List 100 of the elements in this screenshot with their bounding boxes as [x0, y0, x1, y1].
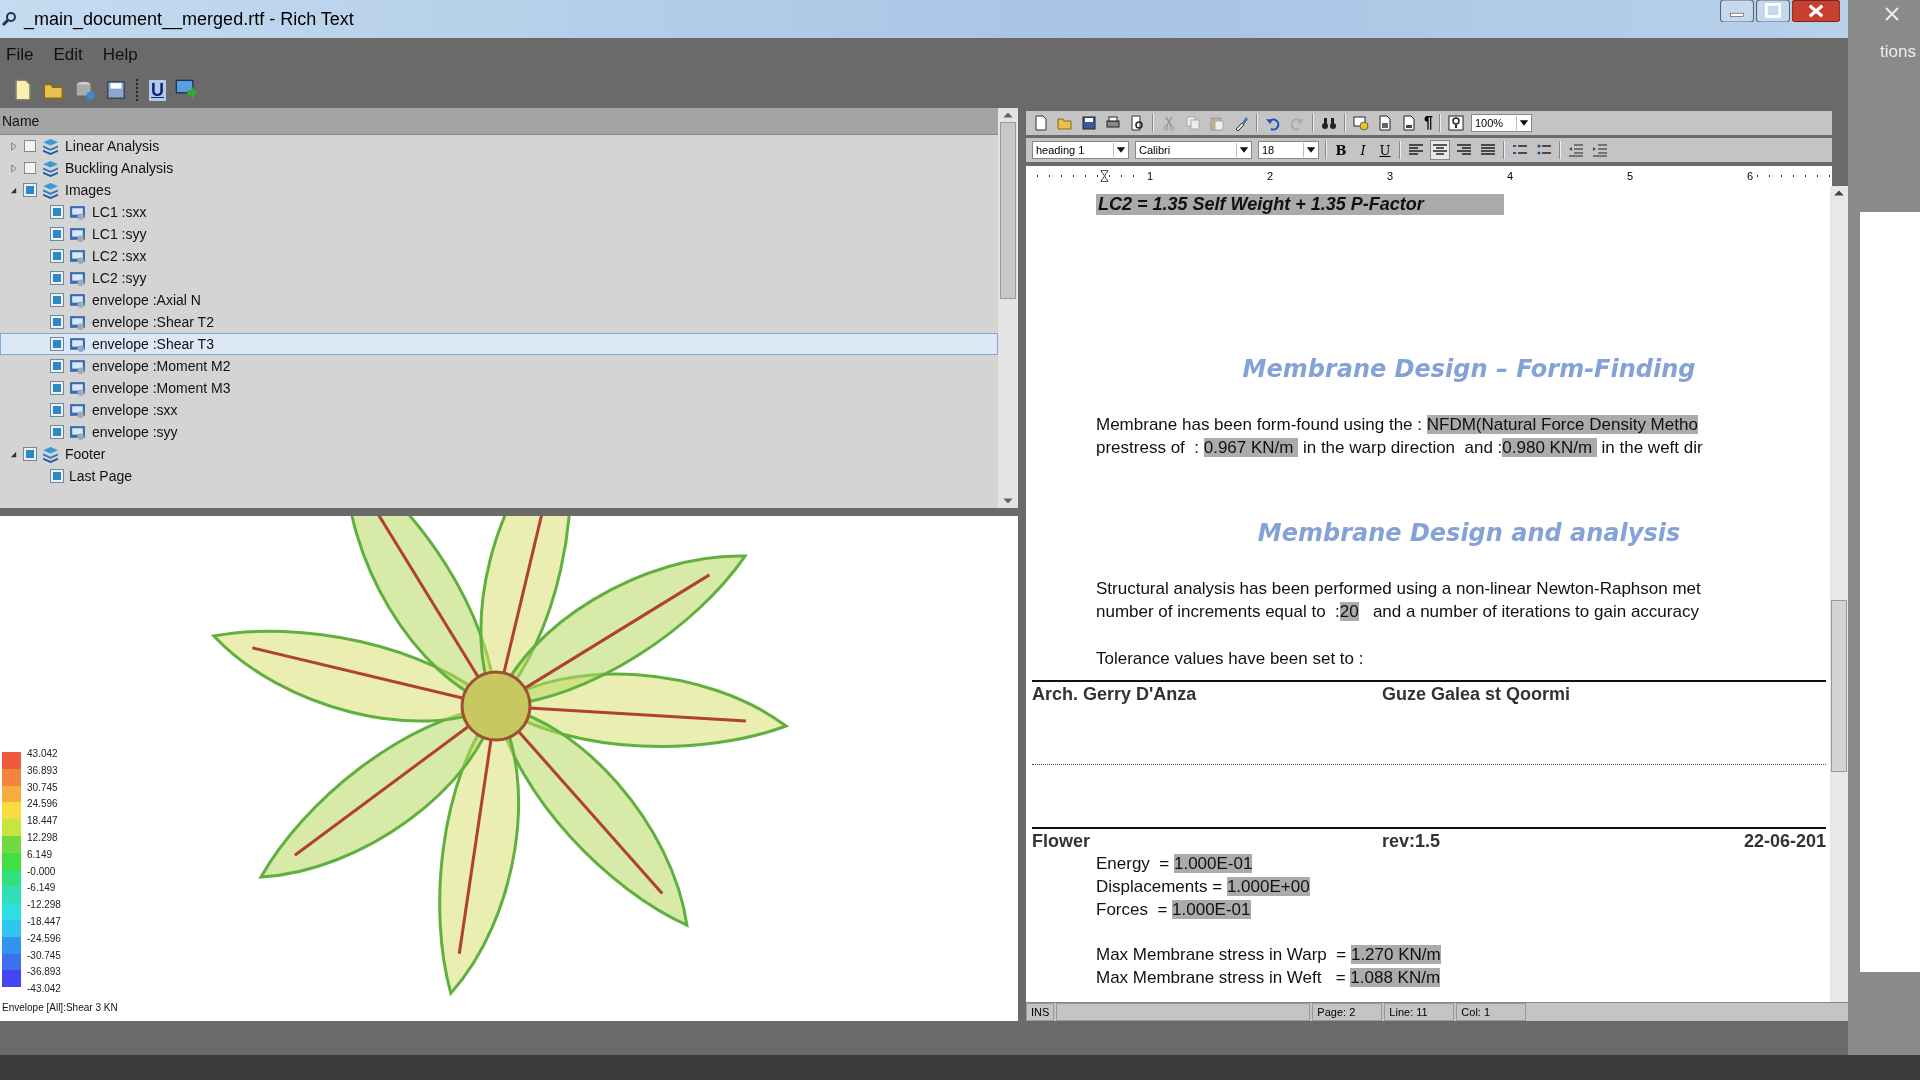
image-icon	[69, 269, 86, 287]
tree-item[interactable]: LC2 :sxx	[0, 245, 998, 267]
legend-value: -6.149	[27, 881, 57, 896]
image-icon	[69, 357, 86, 375]
legend-value: 43.042	[27, 747, 59, 761]
scrollbar[interactable]	[1830, 186, 1848, 1002]
export-image-icon[interactable]	[175, 79, 197, 101]
magnifier-icon	[2, 11, 18, 27]
dropdown[interactable]: heading 1	[1032, 141, 1129, 159]
tree-item-label: envelope :Axial N	[92, 292, 201, 308]
document-text-line: Tolerance values have been set to :	[1096, 648, 1364, 670]
legend-value: -0.000	[27, 864, 57, 879]
page-footer-text: Guze Galea st Qoormi	[1382, 684, 1572, 705]
legend-caption: Envelope [All]:Shear 3 KN	[2, 1002, 118, 1013]
expand-arrow-icon[interactable]	[9, 163, 18, 173]
image-icon	[69, 313, 86, 331]
dropdown-arrow-icon[interactable]	[1113, 143, 1128, 157]
close-icon[interactable]	[1792, 0, 1840, 22]
legend-value: -30.745	[27, 948, 61, 963]
dropdown-arrow-icon[interactable]	[1236, 143, 1251, 157]
image-icon	[69, 335, 86, 353]
legend-value: 30.745	[27, 780, 59, 795]
tree-item-label: envelope :Shear T2	[92, 314, 214, 330]
menu-item[interactable]: Help	[102, 45, 138, 65]
tree-item[interactable]: envelope :sxx	[0, 399, 998, 421]
legend-value: 24.596	[27, 797, 59, 812]
expand-arrow-icon[interactable]	[9, 141, 18, 151]
tree-item[interactable]: envelope :Shear T3	[0, 333, 998, 355]
tree-item[interactable]: LC1 :syy	[0, 223, 998, 245]
tree-item[interactable]: LC1 :sxx	[0, 201, 998, 223]
increase-indent-icon[interactable]	[1591, 141, 1609, 159]
document-text-line: Membrane has been form-found using the : NFDM(Natural Force Density Metho	[1096, 414, 1698, 436]
align-center-icon[interactable]	[1431, 141, 1449, 159]
tree-item-label: Footer	[65, 446, 106, 462]
tree-item[interactable]: envelope :syy	[0, 421, 998, 443]
checkbox[interactable]	[24, 140, 36, 152]
collapse-arrow-icon[interactable]	[9, 185, 18, 195]
scrollbar-thumb[interactable]	[1831, 600, 1847, 772]
tree-item[interactable]: envelope :Moment M2	[0, 355, 998, 377]
new-document-icon[interactable]	[1032, 114, 1050, 132]
legend-value: -12.298	[27, 898, 61, 913]
tree-item[interactable]: Last Page	[0, 465, 998, 487]
tree-item[interactable]: Images	[0, 179, 998, 201]
bold-button[interactable]: B	[1333, 142, 1349, 158]
tree-item[interactable]: Linear Analysis	[0, 135, 998, 157]
underline-button[interactable]: U	[149, 79, 166, 101]
image-icon	[69, 291, 86, 309]
dropdown-arrow-icon[interactable]	[1515, 116, 1531, 130]
page-header-text: rev:1.5	[1382, 831, 1442, 852]
help-icon[interactable]	[1446, 114, 1465, 132]
legend-value: 6.149	[27, 847, 54, 862]
dropdown-arrow-icon[interactable]	[1303, 143, 1318, 157]
tree-item[interactable]: envelope :Shear T2	[0, 311, 998, 333]
image-icon	[69, 203, 86, 221]
insert-object-icon[interactable]	[1352, 114, 1370, 132]
legend-value: -36.893	[27, 965, 61, 980]
scrollbar[interactable]	[998, 108, 1018, 508]
save-icon[interactable]	[1080, 114, 1098, 132]
collapse-arrow-icon[interactable]	[9, 449, 18, 459]
tree-item-label: LC2 :syy	[92, 270, 147, 286]
indent-marker-icon[interactable]	[1100, 169, 1109, 183]
page-footer-icon[interactable]	[1400, 114, 1418, 132]
tree-item[interactable]: Buckling Analysis	[0, 157, 998, 179]
tree-item[interactable]: envelope :Axial N	[0, 289, 998, 311]
legend-value: -18.447	[27, 914, 61, 929]
database-icon[interactable]	[74, 79, 96, 101]
underline-button[interactable]: U	[1377, 142, 1393, 158]
document-text-line: prestress of : 0.967 KN/m in the warp direction and :0.980 KN/m in the weft dir	[1096, 437, 1703, 459]
image-icon	[69, 379, 86, 397]
column-header[interactable]: Name	[0, 108, 998, 135]
tree-item-label: Buckling Analysis	[65, 160, 174, 176]
tree-item-label: envelope :syy	[92, 424, 178, 440]
minimize-icon[interactable]	[1720, 0, 1754, 22]
tree-item[interactable]: envelope :Moment M3	[0, 377, 998, 399]
tree-item-label: envelope :Moment M3	[92, 380, 231, 396]
tree-item-label: LC1 :syy	[92, 226, 147, 242]
image-icon	[69, 225, 86, 243]
new-document-icon[interactable]	[12, 79, 34, 101]
maximize-icon[interactable]	[1756, 0, 1790, 22]
tree-item-label: envelope :Shear T3	[92, 336, 214, 352]
decrease-indent-icon[interactable]	[1567, 141, 1585, 159]
italic-button[interactable]: I	[1355, 142, 1371, 158]
checkbox[interactable]	[24, 162, 36, 174]
tree-item[interactable]: LC2 :syy	[0, 267, 998, 289]
layers-icon	[42, 137, 59, 155]
tree-item[interactable]: Footer	[0, 443, 998, 465]
document-text-line: Max Membrane stress in Weft = 1.088 KN/m	[1096, 967, 1441, 989]
tree-item-label: envelope :Moment M2	[92, 358, 231, 374]
save-icon[interactable]	[105, 79, 127, 101]
page-icon[interactable]	[1376, 114, 1394, 132]
page-footer-text: Arch. Gerry D'Anza	[1032, 684, 1198, 705]
document-text-line: Energy = 1.000E-01	[1096, 853, 1253, 875]
dropdown[interactable]: 18	[1258, 141, 1319, 159]
status-field: Page: 2	[1312, 1003, 1383, 1021]
dropdown[interactable]: 100%	[1470, 114, 1532, 132]
layers-icon	[42, 181, 59, 199]
image-icon	[69, 401, 86, 419]
print-preview-icon[interactable]	[1128, 114, 1146, 132]
dropdown[interactable]: Calibri	[1135, 141, 1252, 159]
pilcrow-button[interactable]: ¶	[1424, 114, 1433, 132]
